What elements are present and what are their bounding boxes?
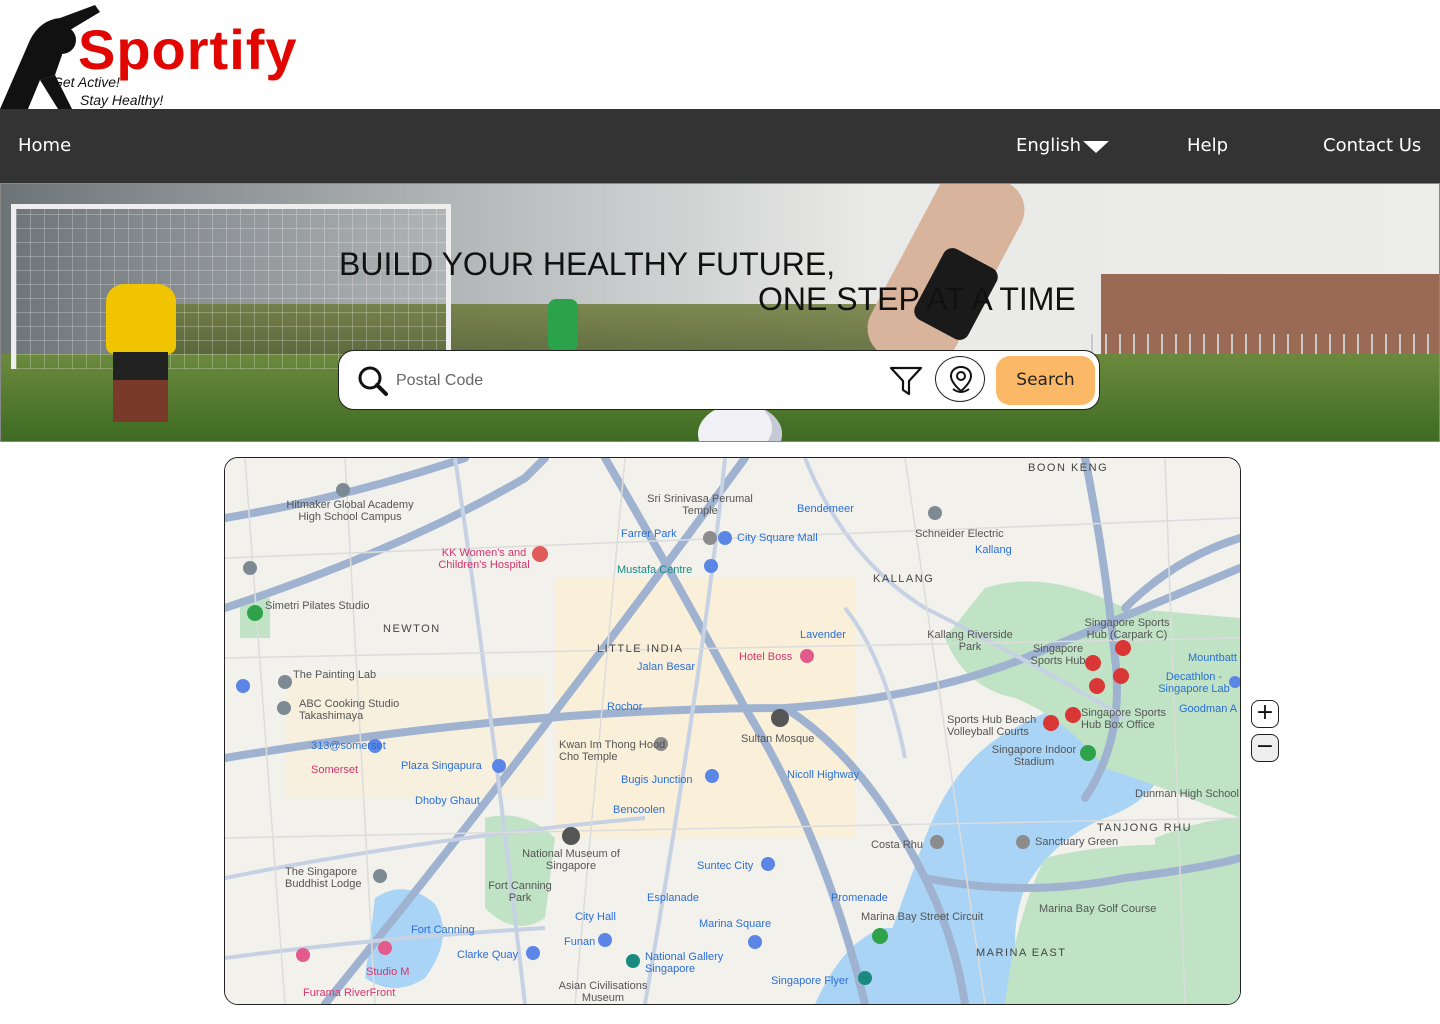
map-place-label[interactable]: Kallang <box>975 544 1012 557</box>
map-place-label[interactable]: Singapore Sports Hub (Carpark C) <box>1077 617 1177 641</box>
map-place-label[interactable]: Sultan Mosque <box>741 733 814 746</box>
search-button[interactable]: Search <box>996 356 1095 405</box>
map-place-label[interactable]: Furama RiverFront <box>303 987 395 1000</box>
location-pin-icon <box>949 365 973 393</box>
map-area-label: BOON KENG <box>1028 462 1109 474</box>
map-place-label[interactable]: Studio M <box>366 966 409 979</box>
map-place-label[interactable]: Esplanade <box>647 892 699 905</box>
hero-player <box>548 299 578 351</box>
search-bar: Search <box>338 350 1100 410</box>
map-place-label[interactable]: Mountbatt <box>1188 652 1237 665</box>
search-icon[interactable] <box>357 365 389 397</box>
map-place-label[interactable]: Rochor <box>607 701 642 714</box>
map-place-label[interactable]: The Painting Lab <box>293 669 376 682</box>
map-place-label[interactable]: ABC Cooking Studio Takashimaya <box>299 698 409 722</box>
zoom-out-button[interactable]: − <box>1251 734 1279 762</box>
map-place-label[interactable]: Suntec City <box>697 860 753 873</box>
map-place-label[interactable]: Farrer Park <box>621 528 677 541</box>
language-selector[interactable]: English <box>1016 135 1081 156</box>
map-view[interactable]: NEWTON LITTLE INDIA KALLANG BOON KENG TA… <box>224 457 1241 1005</box>
zoom-in-button[interactable]: + <box>1251 700 1279 728</box>
map-place-label[interactable]: Hotel Boss <box>739 651 792 664</box>
nav-help-link[interactable]: Help <box>1187 135 1228 156</box>
sportify-logo[interactable]: Sportify Get Active! Stay Healthy! <box>0 0 340 109</box>
hero-headline-line2: ONE STEP AT A TIME <box>758 281 1076 317</box>
map-place-label[interactable]: Singapore Indoor Stadium <box>989 744 1079 768</box>
map-place-label[interactable]: Kallang Riverside Park <box>925 629 1015 653</box>
map-place-label[interactable]: Mustafa Centre <box>617 564 692 577</box>
map-place-label[interactable]: Fort Canning <box>411 924 475 937</box>
map-place-label[interactable]: Promenade <box>831 892 888 905</box>
nav-home-link[interactable]: Home <box>18 135 71 156</box>
hero-goalkeeper-legs <box>113 352 168 422</box>
map-place-label[interactable]: KK Women's and Children's Hospital <box>429 547 539 571</box>
map-place-label[interactable]: Bugis Junction <box>621 774 693 787</box>
map-place-label[interactable]: Goodman A <box>1179 703 1237 716</box>
filter-icon[interactable] <box>889 365 923 397</box>
map-place-label[interactable]: National Museum of Singapore <box>521 848 621 872</box>
map-area-label: TANJONG RHU <box>1097 822 1193 834</box>
map-place-label[interactable]: Sports Hub Beach Volleyball Courts <box>947 714 1047 738</box>
map-place-label[interactable]: City Hall <box>575 911 616 924</box>
map-area-label: KALLANG <box>873 573 935 585</box>
map-place-label[interactable]: Somerset <box>311 764 358 777</box>
map-place-label[interactable]: Sri Srinivasa Perumal Temple <box>645 493 755 517</box>
map-place-label[interactable]: Singapore Sports Hub <box>1023 643 1093 667</box>
map-place-label[interactable]: Funan <box>564 936 595 949</box>
map-place-label[interactable]: Simetri Pilates Studio <box>265 600 370 613</box>
map-place-label[interactable]: Plaza Singapura <box>401 760 482 773</box>
map-place-label[interactable]: Sanctuary Green <box>1035 836 1118 849</box>
brand-name: Sportify <box>78 18 298 81</box>
map-place-label[interactable]: Bendemeer <box>797 503 854 516</box>
map-place-label[interactable]: Dhoby Ghaut <box>415 795 480 808</box>
current-location-button[interactable] <box>935 356 985 402</box>
map-place-label[interactable]: Nicoll Highway <box>787 769 859 782</box>
map-place-label[interactable]: Clarke Quay <box>457 949 518 962</box>
map-area-label: LITTLE INDIA <box>597 643 684 655</box>
nav-contact-link[interactable]: Contact Us <box>1323 135 1421 156</box>
map-place-label[interactable]: Marina Square <box>699 918 771 931</box>
map-place-label[interactable]: Hitmaker Global Academy High School Camp… <box>275 499 425 523</box>
map-place-label[interactable]: Lavender <box>800 629 846 642</box>
hero-goal <box>11 204 451 369</box>
map-place-label[interactable]: Singapore Sports Hub Box Office <box>1081 707 1181 731</box>
top-nav: Home English Help Contact Us <box>0 109 1440 183</box>
map-place-label[interactable]: Asian Civilisations Museum <box>553 980 653 1004</box>
map-place-label[interactable]: Schneider Electric <box>915 528 1004 541</box>
map-place-label[interactable]: Fort Canning Park <box>485 880 555 904</box>
map-place-label[interactable]: City Square Mall <box>737 532 818 545</box>
hero-headline-line1: BUILD YOUR HEALTHY FUTURE, <box>339 246 836 282</box>
tagline-line2: Stay Healthy! <box>80 92 164 108</box>
map-place-label[interactable]: Decathlon - Singapore Lab <box>1149 671 1239 695</box>
map-place-label[interactable]: Marina Bay Street Circuit <box>861 911 983 924</box>
chevron-down-icon[interactable] <box>1083 141 1109 153</box>
map-place-label[interactable]: Singapore Flyer <box>771 975 849 988</box>
map-place-label[interactable]: 313@somerset <box>311 740 386 753</box>
postal-code-input[interactable] <box>394 365 878 397</box>
map-place-label[interactable]: Bencoolen <box>613 804 665 817</box>
tagline-line1: Get Active! <box>52 74 120 90</box>
map-place-label[interactable]: Kwan Im Thong Hood Cho Temple <box>559 739 679 763</box>
map-place-label[interactable]: National Gallery Singapore <box>645 951 735 975</box>
map-place-label[interactable]: Dunman High School <box>1135 788 1239 801</box>
map-area-label: MARINA EAST <box>976 947 1067 959</box>
map-area-label: NEWTON <box>383 623 441 635</box>
hero-goalkeeper <box>106 284 176 354</box>
map-place-label[interactable]: Marina Bay Golf Course <box>1039 903 1156 916</box>
map-place-label[interactable]: Costa Rhu <box>871 839 923 852</box>
map-place-label[interactable]: The Singapore Buddhist Lodge <box>285 866 375 890</box>
map-place-label[interactable]: Jalan Besar <box>637 661 695 674</box>
